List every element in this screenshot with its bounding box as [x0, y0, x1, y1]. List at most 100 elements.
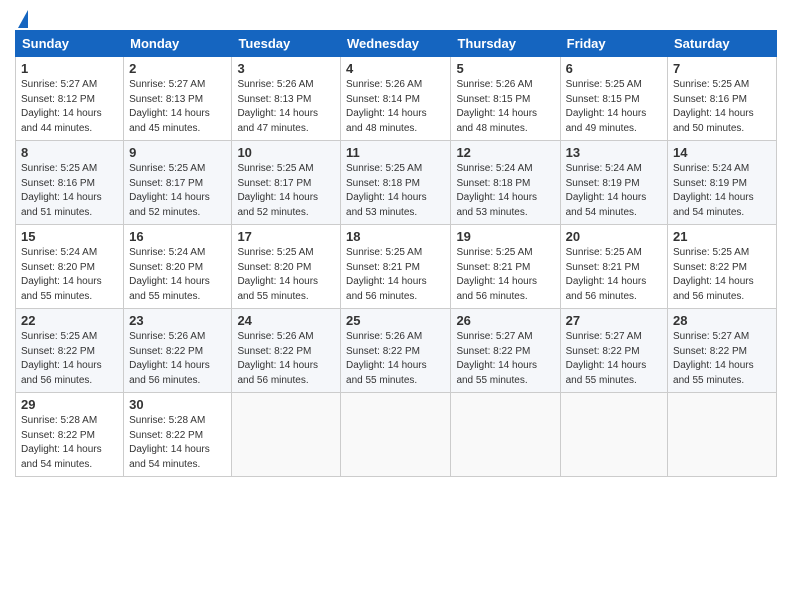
- day-info: Sunrise: 5:27 AM Sunset: 8:22 PM Dayligh…: [456, 330, 554, 388]
- day-number: 19: [456, 229, 554, 244]
- day-number: 25: [346, 313, 445, 328]
- calendar-cell: 7Sunrise: 5:25 AM Sunset: 8:16 PM Daylig…: [668, 57, 777, 141]
- weekday-header-monday: Monday: [124, 31, 232, 57]
- calendar-cell: 17 Sunrise: 5:25 AM Sunset: 8:20 PM Dayli…: [232, 225, 341, 309]
- day-info: Sunrise: 5:24 AM Sunset: 8:19 PM Dayligh…: [673, 162, 771, 220]
- calendar-cell: 11 Sunrise: 5:25 AM Sunset: 8:18 PM Dayli…: [341, 141, 451, 225]
- calendar-cell: 25 Sunrise: 5:26 AM Sunset: 8:22 PM Dayli…: [341, 309, 451, 393]
- day-number: 14: [673, 145, 771, 160]
- day-number: 22: [21, 313, 118, 328]
- day-info: Sunrise: 5:26 AM Sunset: 8:22 PM Dayligh…: [237, 330, 335, 388]
- calendar-cell: 19 Sunrise: 5:25 AM Sunset: 8:21 PM Dayli…: [451, 225, 560, 309]
- day-number: 26: [456, 313, 554, 328]
- calendar-cell: 5 Sunrise: 5:26 AM Sunset: 8:15 PM Daylig…: [451, 57, 560, 141]
- calendar-cell: 1 Sunrise: 5:27 AM Sunset: 8:12 PM Daylig…: [16, 57, 124, 141]
- day-number: 1: [21, 61, 118, 76]
- weekday-header-tuesday: Tuesday: [232, 31, 341, 57]
- logo: [15, 10, 28, 22]
- day-info: Sunrise: 5:25 AM Sunset: 8:20 PM Dayligh…: [237, 246, 335, 304]
- day-number: 28: [673, 313, 771, 328]
- calendar-cell: [668, 393, 777, 477]
- day-info: Sunrise: 5:27 AM Sunset: 8:12 PM Dayligh…: [21, 78, 118, 136]
- day-info: Sunrise: 5:26 AM Sunset: 8:14 PM Dayligh…: [346, 78, 445, 136]
- day-info: Sunrise: 5:25 AM Sunset: 8:22 PM Dayligh…: [673, 246, 771, 304]
- calendar-cell: 3 Sunrise: 5:26 AM Sunset: 8:13 PM Daylig…: [232, 57, 341, 141]
- calendar-cell: 13 Sunrise: 5:24 AM Sunset: 8:19 PM Dayli…: [560, 141, 667, 225]
- day-info: Sunrise: 5:28 AM Sunset: 8:22 PM Dayligh…: [21, 414, 118, 472]
- day-info: Sunrise: 5:24 AM Sunset: 8:20 PM Dayligh…: [21, 246, 118, 304]
- day-info: Sunrise: 5:26 AM Sunset: 8:13 PM Dayligh…: [237, 78, 335, 136]
- day-number: 24: [237, 313, 335, 328]
- day-number: 12: [456, 145, 554, 160]
- header: [15, 10, 777, 22]
- day-number: 13: [566, 145, 662, 160]
- calendar-cell: 30Sunrise: 5:28 AM Sunset: 8:22 PM Dayli…: [124, 393, 232, 477]
- day-number: 11: [346, 145, 445, 160]
- day-info: Sunrise: 5:25 AM Sunset: 8:17 PM Dayligh…: [237, 162, 335, 220]
- day-number: 27: [566, 313, 662, 328]
- day-number: 10: [237, 145, 335, 160]
- calendar-cell: 10 Sunrise: 5:25 AM Sunset: 8:17 PM Dayli…: [232, 141, 341, 225]
- day-number: 18: [346, 229, 445, 244]
- calendar-cell: 21Sunrise: 5:25 AM Sunset: 8:22 PM Dayli…: [668, 225, 777, 309]
- day-info: Sunrise: 5:27 AM Sunset: 8:13 PM Dayligh…: [129, 78, 226, 136]
- day-number: 29: [21, 397, 118, 412]
- calendar-cell: 18Sunrise: 5:25 AM Sunset: 8:21 PM Dayli…: [341, 225, 451, 309]
- day-info: Sunrise: 5:25 AM Sunset: 8:16 PM Dayligh…: [21, 162, 118, 220]
- weekday-header-friday: Friday: [560, 31, 667, 57]
- calendar-cell: 16 Sunrise: 5:24 AM Sunset: 8:20 PM Dayli…: [124, 225, 232, 309]
- calendar-cell: [232, 393, 341, 477]
- calendar-cell: 29 Sunrise: 5:28 AM Sunset: 8:22 PM Dayli…: [16, 393, 124, 477]
- calendar-cell: 12 Sunrise: 5:24 AM Sunset: 8:18 PM Dayli…: [451, 141, 560, 225]
- day-info: Sunrise: 5:27 AM Sunset: 8:22 PM Dayligh…: [566, 330, 662, 388]
- day-number: 3: [237, 61, 335, 76]
- weekday-header-sunday: Sunday: [16, 31, 124, 57]
- day-info: Sunrise: 5:25 AM Sunset: 8:21 PM Dayligh…: [566, 246, 662, 304]
- day-number: 2: [129, 61, 226, 76]
- weekday-header-saturday: Saturday: [668, 31, 777, 57]
- weekday-header-thursday: Thursday: [451, 31, 560, 57]
- calendar-cell: 9 Sunrise: 5:25 AM Sunset: 8:17 PM Daylig…: [124, 141, 232, 225]
- calendar-cell: 14 Sunrise: 5:24 AM Sunset: 8:19 PM Dayli…: [668, 141, 777, 225]
- day-info: Sunrise: 5:24 AM Sunset: 8:19 PM Dayligh…: [566, 162, 662, 220]
- day-number: 23: [129, 313, 226, 328]
- calendar-cell: 15 Sunrise: 5:24 AM Sunset: 8:20 PM Dayli…: [16, 225, 124, 309]
- calendar-cell: 26 Sunrise: 5:27 AM Sunset: 8:22 PM Dayli…: [451, 309, 560, 393]
- calendar-header-row: SundayMondayTuesdayWednesdayThursdayFrid…: [16, 31, 777, 57]
- day-number: 5: [456, 61, 554, 76]
- calendar-week-row: 1 Sunrise: 5:27 AM Sunset: 8:12 PM Daylig…: [16, 57, 777, 141]
- calendar-cell: 22 Sunrise: 5:25 AM Sunset: 8:22 PM Dayli…: [16, 309, 124, 393]
- calendar-cell: 20 Sunrise: 5:25 AM Sunset: 8:21 PM Dayli…: [560, 225, 667, 309]
- day-number: 8: [21, 145, 118, 160]
- day-info: Sunrise: 5:26 AM Sunset: 8:22 PM Dayligh…: [346, 330, 445, 388]
- day-info: Sunrise: 5:26 AM Sunset: 8:15 PM Dayligh…: [456, 78, 554, 136]
- calendar-cell: 23 Sunrise: 5:26 AM Sunset: 8:22 PM Dayli…: [124, 309, 232, 393]
- calendar-cell: [341, 393, 451, 477]
- calendar-cell: 27 Sunrise: 5:27 AM Sunset: 8:22 PM Dayli…: [560, 309, 667, 393]
- calendar-cell: 6Sunrise: 5:25 AM Sunset: 8:15 PM Daylig…: [560, 57, 667, 141]
- calendar-cell: 2 Sunrise: 5:27 AM Sunset: 8:13 PM Daylig…: [124, 57, 232, 141]
- calendar-week-row: 29 Sunrise: 5:28 AM Sunset: 8:22 PM Dayli…: [16, 393, 777, 477]
- day-info: Sunrise: 5:25 AM Sunset: 8:22 PM Dayligh…: [21, 330, 118, 388]
- day-info: Sunrise: 5:25 AM Sunset: 8:21 PM Dayligh…: [456, 246, 554, 304]
- day-info: Sunrise: 5:26 AM Sunset: 8:22 PM Dayligh…: [129, 330, 226, 388]
- day-info: Sunrise: 5:24 AM Sunset: 8:18 PM Dayligh…: [456, 162, 554, 220]
- day-number: 9: [129, 145, 226, 160]
- day-info: Sunrise: 5:25 AM Sunset: 8:18 PM Dayligh…: [346, 162, 445, 220]
- day-number: 4: [346, 61, 445, 76]
- calendar-table: SundayMondayTuesdayWednesdayThursdayFrid…: [15, 30, 777, 477]
- day-info: Sunrise: 5:24 AM Sunset: 8:20 PM Dayligh…: [129, 246, 226, 304]
- day-number: 15: [21, 229, 118, 244]
- weekday-header-wednesday: Wednesday: [341, 31, 451, 57]
- calendar-cell: 28Sunrise: 5:27 AM Sunset: 8:22 PM Dayli…: [668, 309, 777, 393]
- calendar-cell: 8 Sunrise: 5:25 AM Sunset: 8:16 PM Daylig…: [16, 141, 124, 225]
- day-number: 16: [129, 229, 226, 244]
- day-number: 20: [566, 229, 662, 244]
- day-number: 30: [129, 397, 226, 412]
- calendar-cell: 24 Sunrise: 5:26 AM Sunset: 8:22 PM Dayli…: [232, 309, 341, 393]
- calendar-cell: 4 Sunrise: 5:26 AM Sunset: 8:14 PM Daylig…: [341, 57, 451, 141]
- calendar-week-row: 22 Sunrise: 5:25 AM Sunset: 8:22 PM Dayli…: [16, 309, 777, 393]
- day-number: 17: [237, 229, 335, 244]
- calendar-week-row: 8 Sunrise: 5:25 AM Sunset: 8:16 PM Daylig…: [16, 141, 777, 225]
- day-info: Sunrise: 5:25 AM Sunset: 8:17 PM Dayligh…: [129, 162, 226, 220]
